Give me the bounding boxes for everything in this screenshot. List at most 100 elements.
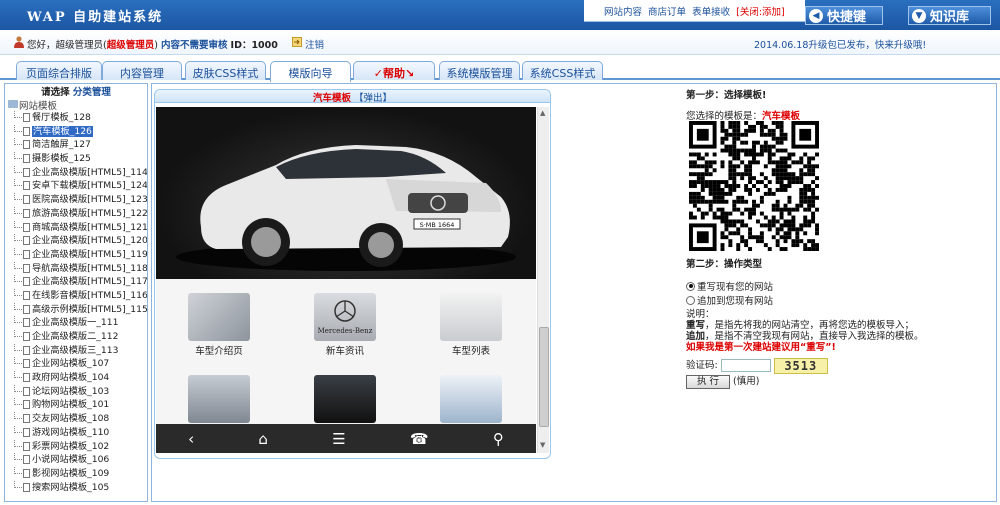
tree-item[interactable]: 旅游高级模版[HTML5]_122 — [5, 206, 147, 221]
template-tree: 餐厅模板_128 汽车模板_126 简洁触屏_127 摄影模板_125 企业高级模版[H… — [5, 111, 147, 494]
qr-code — [689, 121, 819, 251]
grid-item-model-intro[interactable]: 车型介绍页 — [188, 293, 250, 357]
popout-link[interactable]: 【弹出】 — [354, 93, 392, 104]
folder-icon — [8, 100, 18, 108]
back-icon[interactable]: ‹ — [188, 430, 194, 448]
tab-template-wizard[interactable]: 模版向导 — [270, 61, 351, 82]
tab-content-manage[interactable]: 内容管理 — [102, 61, 182, 80]
tree-item[interactable]: 商城高级模版[HTML5]_121 — [5, 220, 147, 235]
explanation: 说明： 重写，是指先将我的网站清空，再将您选的模板导入； 追加，是指不清空我现有… — [686, 309, 924, 353]
tree-item[interactable]: 医院高级模版[HTML5]_123 — [5, 193, 147, 207]
tree-item[interactable]: 简洁触屏_127 — [5, 138, 147, 152]
grid-item-model-list[interactable]: 车型列表 — [440, 293, 502, 357]
category-manage-link[interactable]: 分类管理 — [73, 87, 111, 98]
logout-link[interactable]: 注销 — [305, 37, 324, 51]
tree-item[interactable]: 企业高级模版[HTML5]_120 — [5, 234, 147, 248]
phone-nav-bar: ‹ ⌂ ☰ ☎ ⚲ — [156, 424, 536, 453]
tree-item[interactable]: 购物网站模板_101 — [5, 398, 147, 412]
menu-icon[interactable]: ☰ — [332, 430, 345, 448]
tree-item[interactable]: 影视网站模板_109 — [5, 466, 147, 481]
user-icon — [14, 36, 24, 48]
upgrade-notice[interactable]: 2014.06.18升级包已发布，快来升级哦! — [754, 37, 926, 51]
document-icon — [23, 154, 30, 164]
tree-item[interactable]: 安卓下载模版[HTML5]_124 — [5, 179, 147, 193]
tree-item[interactable]: 彩票网站模板_102 — [5, 439, 147, 454]
tree-item[interactable]: 企业高级模版一_111 — [5, 316, 147, 330]
document-icon — [23, 318, 30, 328]
tree-root[interactable]: 网站模板 — [5, 98, 147, 112]
link-site-content[interactable]: 网站内容 — [604, 7, 642, 18]
tree-item[interactable]: 企业高级模版[HTML5]_114 — [5, 165, 147, 180]
tree-item[interactable]: 交友网站模板_108 — [5, 412, 147, 426]
tree-item[interactable]: 汽车模板_126 — [5, 124, 147, 139]
link-shop-orders[interactable]: 商店订单 — [648, 7, 686, 18]
document-icon — [23, 400, 30, 410]
top-links: 网站内容 商店订单 表单接收 [关闭:添加] — [584, 0, 805, 22]
scroll-thumb[interactable] — [539, 327, 549, 427]
license-plate: S·MB 1664 — [420, 221, 455, 229]
tree-item[interactable]: 企业高级模版二_112 — [5, 330, 147, 344]
document-icon — [23, 140, 30, 150]
link-close-add[interactable]: [关闭:添加] — [736, 7, 785, 18]
tree-item[interactable]: 政府网站模板_104 — [5, 371, 147, 385]
radio-unchecked-icon[interactable] — [686, 295, 695, 305]
tab-help[interactable]: ✓帮助↘ — [353, 61, 435, 80]
execute-note: (慎用) — [733, 376, 760, 387]
grid-item-4[interactable] — [188, 375, 250, 425]
tree-item[interactable]: 小说网站模板_106 — [5, 453, 147, 467]
location-icon[interactable]: ⚲ — [493, 430, 504, 448]
tree-item[interactable]: 企业网站模板_107 — [5, 357, 147, 371]
document-icon — [23, 236, 30, 246]
grid-item-5[interactable] — [314, 375, 376, 425]
tree-item[interactable]: 企业高级模版三_113 — [5, 343, 147, 358]
tab-page-layout[interactable]: 页面综合排版 — [16, 61, 102, 80]
logout-icon — [292, 37, 302, 47]
tree-item[interactable]: 导航高级模版[HTML5]_118 — [5, 261, 147, 276]
tab-skin-css[interactable]: 皮肤CSS样式 — [185, 61, 266, 80]
document-icon — [23, 290, 30, 300]
document-icon — [23, 345, 30, 355]
svg-text:Mercedes-Benz: Mercedes-Benz — [318, 327, 373, 335]
scroll-down-icon[interactable]: ▼ — [540, 441, 545, 449]
tree-item[interactable]: 企业高级模版[HTML5]_119 — [5, 247, 147, 262]
tree-item[interactable]: 在线影音模版[HTML5]_116 — [5, 288, 147, 303]
document-icon — [23, 373, 30, 383]
tree-item[interactable]: 餐厅模板_128 — [5, 111, 147, 125]
tree-item[interactable]: 游戏网站模板_110 — [5, 425, 147, 440]
captcha-image[interactable]: 3513 — [773, 357, 828, 374]
preview-scrollbar[interactable]: ▲ ▼ — [537, 107, 549, 453]
radio-overwrite[interactable]: 重写现有您的网站 — [686, 279, 773, 293]
link-form-receive[interactable]: 表单接收 — [692, 7, 730, 18]
car-image: S·MB 1664 — [176, 145, 516, 271]
captcha-row: 验证码: 3513 — [686, 357, 828, 374]
audit-status: 内容不需要审核 — [160, 40, 228, 51]
tree-item[interactable]: 高级示例模版[HTML5]_115 — [5, 302, 147, 317]
execute-button[interactable]: 执 行 — [686, 374, 730, 389]
tab-system-css[interactable]: 系统CSS样式 — [522, 61, 603, 80]
grid-item-6[interactable] — [440, 375, 502, 425]
document-icon — [23, 332, 30, 341]
preview-title: 汽车模板 【弹出】 — [155, 90, 550, 104]
tree-item[interactable]: 论坛网站模板_103 — [5, 384, 147, 399]
tree-item[interactable]: 企业高级模版[HTML5]_117 — [5, 275, 147, 289]
document-icon — [23, 126, 30, 136]
home-icon[interactable]: ⌂ — [258, 430, 268, 448]
tree-item[interactable]: 摄影模板_125 — [5, 152, 147, 166]
document-icon — [23, 468, 30, 478]
scroll-up-icon[interactable]: ▲ — [540, 109, 545, 117]
top-header: WAP 自助建站系统 网站内容 商店订单 表单接收 [关闭:添加] ◀ 快捷键 … — [0, 0, 1000, 30]
captcha-input[interactable] — [720, 359, 771, 372]
tab-system-template[interactable]: 系统模版管理 — [439, 61, 520, 80]
main-tabs: 页面综合排版 内容管理 皮肤CSS样式 模版向导 ✓帮助↘ 系统模版管理 系统C… — [0, 58, 1000, 82]
user-role: 超级管理员 — [106, 40, 155, 51]
document-icon — [23, 277, 30, 287]
knowledge-base-label: 知识库 — [930, 10, 970, 25]
phone-icon[interactable]: ☎ — [410, 430, 429, 448]
radio-append[interactable]: 追加到您现有网站 — [686, 293, 773, 307]
quick-key-button[interactable]: ◀ 快捷键 — [805, 6, 883, 25]
tree-item[interactable]: 搜索网站模板_105 — [5, 480, 147, 495]
radio-checked-icon[interactable] — [686, 281, 695, 291]
car-thumb-image — [188, 375, 250, 423]
grid-item-new-car-news[interactable]: Mercedes-Benz 新车资讯 — [314, 293, 376, 357]
knowledge-base-button[interactable]: ▼ 知识库 — [908, 6, 991, 25]
